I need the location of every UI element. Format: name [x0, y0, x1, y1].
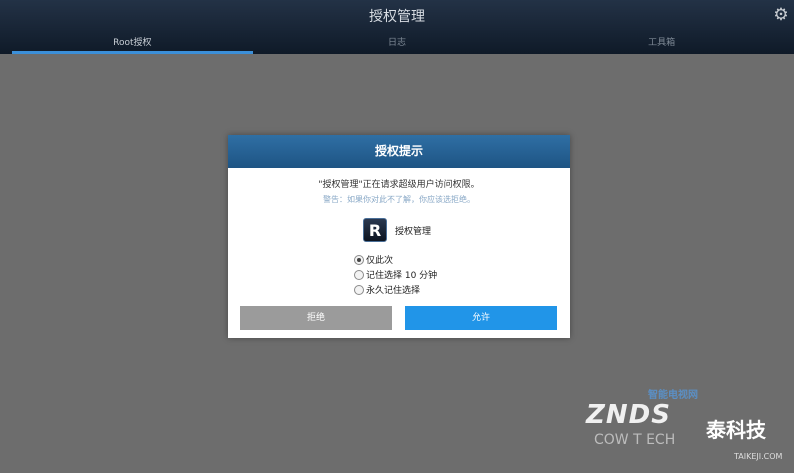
app-title: 授权管理	[369, 9, 425, 25]
watermark-logo-text: ZNDS	[586, 400, 671, 430]
app-r-icon: R	[363, 218, 387, 242]
requesting-app: R 授权管理	[363, 217, 431, 243]
remember-options: 仅此次 记住选择 10 分钟 永久记住选择	[354, 252, 437, 297]
radio-icon[interactable]	[354, 284, 364, 295]
watermark-url: TAIKEJI.COM	[734, 452, 783, 461]
dialog-title: 授权提示	[228, 135, 570, 168]
watermark-brand: 泰科技	[706, 418, 766, 442]
radio-icon[interactable]	[354, 254, 364, 265]
dialog-warning: 警告：如果你对此不了解，你应该选拒绝。	[323, 195, 475, 204]
allow-button[interactable]: 允许	[405, 306, 557, 330]
dialog-message: "授权管理"正在请求超级用户访问权限。	[318, 180, 480, 190]
watermark-site-name: 智能电视网	[648, 390, 698, 401]
tab-root-auth[interactable]: Root授权	[0, 32, 265, 54]
deny-button[interactable]: 拒绝	[240, 306, 392, 330]
option-label: 永久记住选择	[366, 286, 421, 296]
option-forever[interactable]: 永久记住选择	[354, 282, 437, 297]
option-label: 记住选择 10 分钟	[366, 271, 438, 281]
radio-icon[interactable]	[354, 269, 364, 280]
option-label: 仅此次	[366, 256, 394, 266]
app-name: 授权管理	[395, 226, 432, 237]
app-bar: 授权管理 ⚙ Root授权 日志 工具箱	[0, 0, 794, 54]
watermark-tagline: COW T ECH	[594, 432, 676, 448]
tab-log[interactable]: 日志	[265, 32, 530, 54]
option-10-minutes[interactable]: 记住选择 10 分钟	[354, 267, 437, 282]
tab-bar: Root授权 日志 工具箱	[0, 32, 794, 54]
tab-toolbox[interactable]: 工具箱	[529, 32, 794, 54]
authorization-dialog: 授权提示 "授权管理"正在请求超级用户访问权限。 警告：如果你对此不了解，你应该…	[228, 135, 570, 338]
option-once[interactable]: 仅此次	[354, 252, 437, 267]
watermark: 智能电视网 ZNDS 泰科技 COW T ECH TAIKEJI.COM	[586, 372, 794, 473]
gear-icon[interactable]: ⚙	[772, 6, 790, 24]
